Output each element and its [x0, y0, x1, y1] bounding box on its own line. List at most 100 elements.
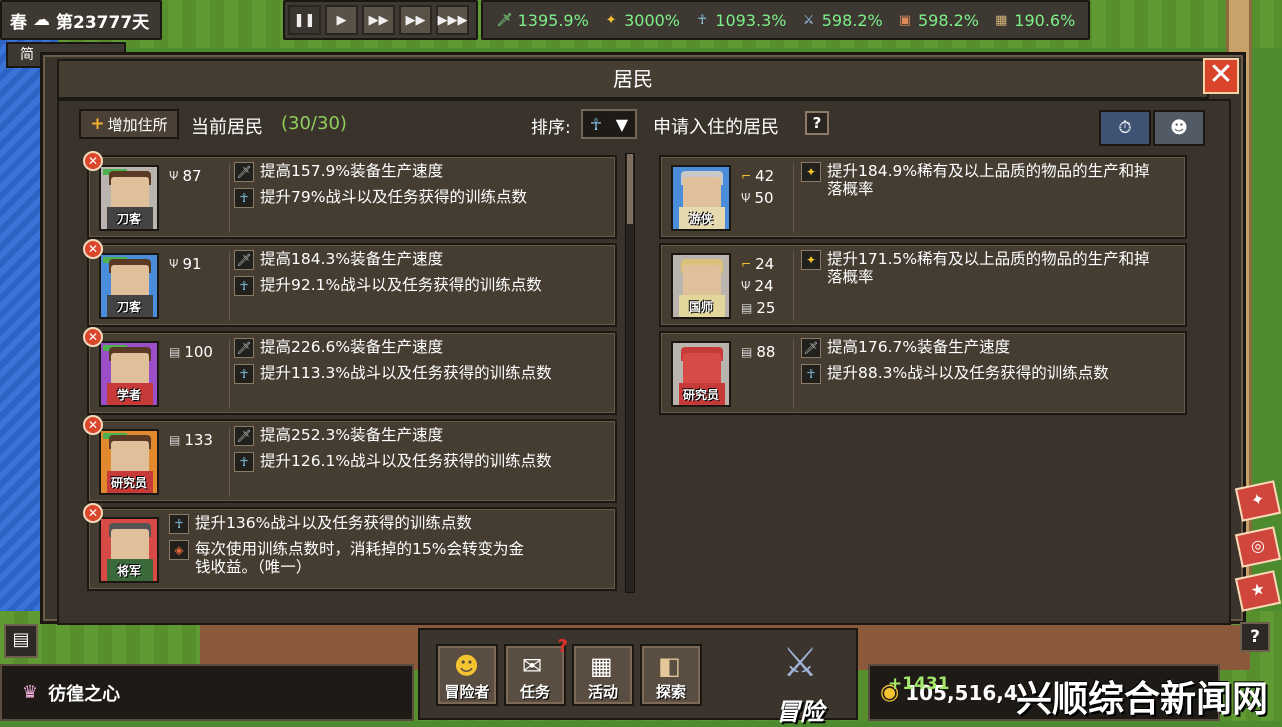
sort-label: 排序:: [531, 118, 571, 138]
role-label: 国师: [688, 300, 713, 314]
avatar: 研究员: [671, 341, 731, 407]
scroll-icon: ▤: [741, 345, 753, 359]
role-label: 研究员: [110, 476, 147, 490]
role-label: 研究员: [682, 388, 719, 402]
training-icon: ☥: [234, 188, 254, 208]
role-label: 游侠: [688, 212, 713, 226]
resident-card[interactable]: ✕ 学者 ▤ 100 🗡 提高226.6%装备生产速度 ☥ 提升113.3%战斗以及任…: [83, 327, 617, 415]
portrait-tab[interactable]: ☻: [1153, 110, 1205, 146]
antler-icon: Ψ: [169, 169, 179, 183]
applicants-title: 申请入住的居民: [653, 117, 779, 138]
residents-modal: 居民 ✕ + 增加住所 当前居民 (30/30) 排序: ☥ ▼ 申请入住的居民…: [40, 52, 1246, 625]
stat-chest: ▣ 598.2%: [896, 11, 979, 30]
explore-button[interactable]: ◧ 探索: [640, 644, 702, 706]
fast-button[interactable]: ▶▶: [362, 5, 395, 35]
activity-icon: ▦: [590, 652, 613, 680]
effects: 🗡 提高226.6%装备生产速度 ☥ 提升113.3%战斗以及任务获得的训练点数: [234, 338, 607, 390]
pause-button[interactable]: ❚❚: [288, 5, 321, 35]
task-icon: ✉: [522, 652, 543, 680]
role-label: 学者: [116, 388, 141, 402]
crossed-swords-icon: ⚔: [782, 640, 818, 686]
scroll-icon: ▤: [169, 433, 181, 447]
attributes: Ψ 91: [169, 255, 202, 273]
effects: 🗡 提高157.9%装备生产速度 ☥ 提升79%战斗以及任务获得的训练点数: [234, 162, 607, 214]
effects: ✦ 提升171.5%稀有及以上品质的物品的生产和掉落概率: [801, 250, 1177, 286]
modal-body: + 增加住所 当前居民 (30/30) 排序: ☥ ▼ 申请入住的居民 ? ⏱ …: [57, 99, 1231, 625]
antler-icon: Ψ: [741, 279, 751, 293]
help-corner-button[interactable]: ?: [1240, 622, 1270, 652]
effects: 🗡 提高176.7%装备生产速度 ☥ 提升88.3%战斗以及任务获得的训练点数: [801, 338, 1177, 390]
sword-icon: 🗡: [234, 338, 254, 358]
stat-training: ☥ 1093.3%: [693, 11, 786, 30]
sword-icon: 🗡: [496, 12, 513, 28]
money-gain: +1431: [888, 674, 950, 694]
antler-icon: Ψ: [741, 191, 751, 205]
resident-card[interactable]: ✕ 研究员 ▤ 133 🗡 提高252.3%装备生产速度 ☥ 提升126.1%战斗以及…: [83, 415, 617, 503]
speed-controls: ❚❚ ▶ ▶▶ ▶▶ ▶▶▶: [283, 0, 478, 40]
training-icon: ☥: [697, 12, 708, 28]
dropdown-arrow-icon: ▼: [615, 114, 629, 134]
person-icon: ☻: [1170, 118, 1188, 138]
avatar: 学者: [99, 341, 159, 407]
residents-scrollbar[interactable]: [625, 153, 635, 593]
training-icon: ☥: [589, 114, 602, 134]
activity-button[interactable]: ▦ 活动: [572, 644, 634, 706]
star-icon: ★: [1248, 578, 1267, 601]
resident-card[interactable]: ✕ 刀客 Ψ 91 🗡 提高184.3%装备生产速度 ☥ 提升92.1%战斗以及任务获…: [83, 239, 617, 327]
applicant-card[interactable]: 游侠 ⌐ 42 Ψ 50 ✦ 提升184.9%稀有及以上品质的物品的生产和掉落概率: [659, 155, 1187, 239]
remove-resident-button[interactable]: ✕: [83, 151, 103, 171]
help-button[interactable]: ?: [805, 111, 829, 135]
applicant-card[interactable]: 研究员 ▤ 88 🗡 提高176.7%装备生产速度 ☥ 提升88.3%战斗以及任务获得…: [659, 331, 1187, 415]
remove-resident-button[interactable]: ✕: [83, 239, 103, 259]
title-label: 彷徨之心: [48, 683, 121, 705]
watermark: 兴顺综合新闻网: [1016, 679, 1269, 720]
fastest-button[interactable]: ▶▶▶: [436, 5, 469, 35]
applicant-card[interactable]: 国师 ⌐ 24 Ψ 24 ▤ 25 ✦ 提升171.5%稀有及以上品质的物品的生产和掉落…: [659, 243, 1187, 327]
avatar: 国师: [671, 253, 731, 319]
modal-header: 居民: [57, 59, 1209, 99]
attributes: ▤ 100: [169, 343, 213, 361]
boot-icon: ⌐: [741, 257, 752, 271]
scrollbar-thumb[interactable]: [627, 154, 633, 224]
current-residents-count: (30/30): [281, 113, 347, 134]
play-button[interactable]: ▶: [325, 5, 358, 35]
close-icon: ✕: [1208, 57, 1234, 92]
stat-blade: ⚔ 598.2%: [800, 11, 883, 30]
journal-button[interactable]: ▤: [4, 624, 38, 658]
role-label: 刀客: [116, 300, 141, 314]
book-icon: ✦: [1249, 488, 1267, 511]
resident-card[interactable]: ✕ 将军 ☥ 提升136%战斗以及任务获得的训练点数 ◈ 每次使用训练点数时，消耗掉…: [83, 503, 617, 591]
add-housing-button[interactable]: + 增加住所: [79, 109, 179, 139]
stats-bar: 🗡 1395.9% ✦ 3000% ☥ 1093.3% ⚔ 598.2% ▣ 598.2%…: [481, 0, 1090, 40]
adventurer-icon: ☻: [454, 652, 480, 680]
plus-icon: +: [90, 114, 105, 134]
avatar: 刀客: [99, 165, 159, 231]
sort-dropdown[interactable]: ☥ ▼: [581, 109, 637, 139]
remove-resident-button[interactable]: ✕: [83, 415, 103, 435]
training-icon: ☥: [169, 514, 189, 534]
remove-resident-button[interactable]: ✕: [83, 503, 103, 523]
lamp-icon: ✦: [605, 12, 617, 28]
journal-icon: ▤: [12, 629, 30, 650]
adventure-button[interactable]: ⚔ 冒险: [748, 634, 852, 726]
cloud-icon: ☁: [33, 10, 50, 30]
stat-crate: ▦ 190.6%: [992, 11, 1075, 30]
faster-button[interactable]: ▶▶: [399, 5, 432, 35]
close-button[interactable]: ✕: [1203, 58, 1239, 94]
spiral-icon: ◎: [1248, 534, 1267, 557]
avatar: 游侠: [671, 165, 731, 231]
adventurer-button[interactable]: ☻ 冒险者: [436, 644, 498, 706]
resident-card[interactable]: ✕ 刀客 Ψ 87 🗡 提高157.9%装备生产速度 ☥ 提升79%战斗以及任务获得的…: [83, 151, 617, 239]
attributes: ▤ 133: [169, 431, 213, 449]
effects: ✦ 提升184.9%稀有及以上品质的物品的生产和掉落概率: [801, 162, 1177, 198]
timer-tab[interactable]: ⏱: [1099, 110, 1151, 146]
remove-resident-button[interactable]: ✕: [83, 327, 103, 347]
boot-icon: ⌐: [741, 169, 752, 183]
task-button[interactable]: ✉ 任务 ?: [504, 636, 568, 706]
training-icon: ☥: [234, 452, 254, 472]
applicants-list: 游侠 ⌐ 42 Ψ 50 ✦ 提升184.9%稀有及以上品质的物品的生产和掉落概率 国…: [659, 151, 1189, 451]
avatar: 刀客: [99, 253, 159, 319]
stat-sword: 🗡 1395.9%: [496, 10, 589, 30]
avatar: 将军: [99, 517, 159, 583]
effects: ☥ 提升136%战斗以及任务获得的训练点数 ◈ 每次使用训练点数时，消耗掉的15%会…: [169, 514, 607, 576]
